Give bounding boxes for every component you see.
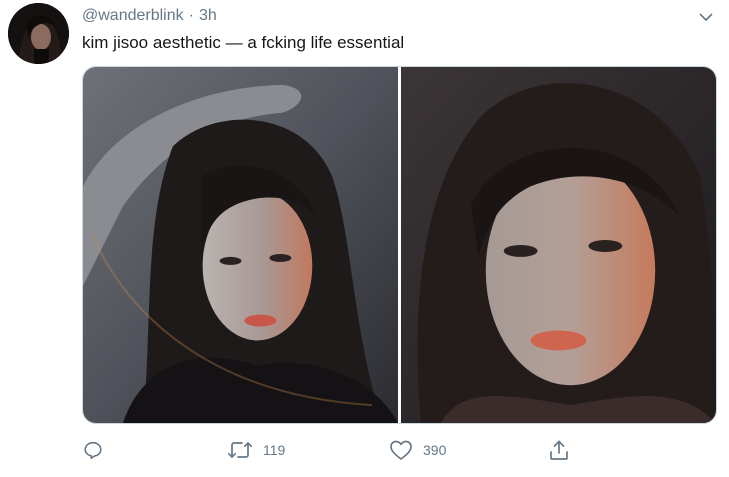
reply-icon	[84, 441, 102, 460]
like-count: 390	[423, 442, 447, 458]
avatar-image	[8, 3, 69, 64]
reply-button[interactable]	[82, 438, 114, 462]
portrait-photo-1	[83, 67, 398, 423]
tweet-header: @wanderblink · 3h	[82, 6, 217, 26]
tweet-menu-button[interactable]	[695, 6, 717, 28]
header-separator: ·	[188, 7, 194, 24]
retweet-icon	[227, 442, 253, 458]
tweet-actions: 119 390	[82, 438, 582, 462]
share-button[interactable]	[548, 438, 580, 462]
media-photo-2[interactable]	[401, 67, 716, 423]
chevron-down-icon	[699, 13, 713, 21]
tweet: @wanderblink · 3h kim jisoo aesthetic — …	[0, 0, 729, 477]
share-icon	[550, 440, 568, 460]
like-button[interactable]: 390	[389, 438, 446, 462]
tweet-media	[82, 66, 717, 424]
retweet-button[interactable]: 119	[227, 438, 285, 462]
tweet-text: kim jisoo aesthetic — a fcking life esse…	[82, 33, 405, 52]
avatar[interactable]	[8, 3, 69, 64]
retweet-count: 119	[263, 442, 286, 458]
author-handle[interactable]: @wanderblink	[82, 7, 184, 25]
media-photo-1[interactable]	[83, 67, 398, 423]
tweet-timestamp[interactable]: 3h	[199, 7, 217, 25]
heart-icon	[390, 440, 412, 460]
portrait-photo-2	[401, 67, 716, 423]
